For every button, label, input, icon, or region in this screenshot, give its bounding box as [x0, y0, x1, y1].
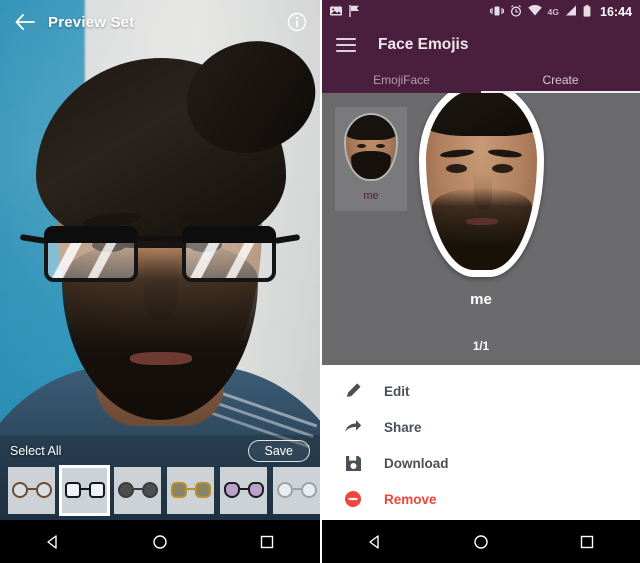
select-all-label[interactable]: Select All	[10, 444, 61, 458]
vibrate-icon	[489, 5, 504, 20]
menu-item-share[interactable]: Share	[322, 409, 640, 445]
preview-hair	[426, 93, 537, 136]
remove-minus-circle-icon	[340, 490, 366, 508]
menu-label-share: Share	[384, 419, 422, 435]
flag-icon	[349, 4, 360, 20]
hamburger-menu-icon[interactable]	[336, 34, 356, 56]
menu-item-remove[interactable]: Remove	[322, 481, 640, 517]
applied-glasses-overlay	[19, 220, 301, 290]
glasses-thumb-3[interactable]	[167, 467, 214, 514]
glasses-thumbnail-strip[interactable]	[0, 465, 320, 516]
left-android-navbar	[0, 520, 320, 563]
signal-icon	[565, 5, 577, 19]
dual-screenshot-container: Preview Set Select All Save 4G 16:44 Fac…	[0, 0, 640, 563]
share-arrow-icon	[340, 418, 366, 436]
action-menu: Edit Share Download Remove	[322, 365, 640, 520]
menu-label-remove: Remove	[384, 491, 437, 507]
menu-item-edit[interactable]: Edit	[322, 373, 640, 409]
thumb-eye-right	[376, 144, 385, 148]
tab-bar: EmojiFace Create	[322, 66, 640, 93]
menu-item-download[interactable]: Download	[322, 445, 640, 481]
left-topbar: Preview Set	[0, 0, 320, 44]
pencil-icon	[340, 382, 366, 400]
back-triangle-icon[interactable]	[33, 534, 73, 550]
glasses-selection-bar: Select All Save	[0, 435, 320, 520]
home-circle-icon[interactable]	[140, 534, 180, 550]
right-android-navbar	[322, 520, 640, 563]
status-left-icons	[330, 4, 360, 20]
emoji-thumbnail-card[interactable]: me	[335, 107, 407, 211]
app-title: Face Emojis	[378, 36, 469, 53]
glasses-thumb-4[interactable]	[220, 467, 267, 514]
home-circle-icon[interactable]	[461, 534, 501, 550]
face-emoji-large[interactable]	[419, 93, 544, 277]
preview-eye-left	[446, 164, 467, 173]
menu-label-download: Download	[384, 455, 449, 471]
selection-bar-header: Select All Save	[0, 435, 320, 467]
preview-eyebrow-right	[487, 148, 523, 159]
status-clock: 16:44	[600, 5, 632, 19]
emoji-thumbnail-label: me	[363, 190, 379, 202]
battery-icon	[583, 4, 591, 20]
page-indicator: 1/1	[473, 341, 489, 353]
save-button[interactable]: Save	[247, 440, 310, 462]
glasses-thumb-2[interactable]	[114, 467, 161, 514]
preview-beard	[432, 188, 532, 270]
preview-eye-right	[492, 164, 513, 173]
glasses-bridge	[138, 236, 182, 241]
left-screen-preview-set: Preview Set Select All Save	[0, 0, 320, 563]
thumb-hair	[346, 115, 396, 140]
tab-emojiface[interactable]: EmojiFace	[322, 66, 481, 93]
recents-square-icon[interactable]	[247, 534, 287, 550]
glasses-lens-left	[44, 226, 138, 282]
glasses-thumb-1[interactable]	[59, 465, 110, 516]
emoji-content-area: me me 1/1	[322, 93, 640, 365]
info-icon[interactable]	[286, 11, 308, 33]
right-screen-face-emojis: 4G 16:44 Face Emojis EmojiFace Create me…	[320, 0, 640, 563]
network-type-label: 4G	[547, 7, 560, 17]
tab-create[interactable]: Create	[481, 66, 640, 93]
back-triangle-icon[interactable]	[355, 534, 395, 550]
thumb-beard	[351, 151, 391, 179]
android-status-bar: 4G 16:44	[322, 0, 640, 24]
preview-mouth	[466, 218, 498, 225]
menu-label-edit: Edit	[384, 383, 410, 399]
thumb-eye-left	[357, 144, 366, 148]
arrow-back-icon[interactable]	[12, 9, 38, 35]
status-right-icons: 4G 16:44	[489, 4, 632, 20]
glasses-thumb-5[interactable]	[273, 467, 320, 514]
image-icon	[330, 5, 342, 20]
alarm-icon	[510, 4, 522, 20]
glasses-thumb-0[interactable]	[8, 467, 55, 514]
emoji-preview-label: me	[470, 291, 492, 308]
save-floppy-icon	[340, 455, 366, 472]
recents-square-icon[interactable]	[567, 534, 607, 550]
preview-eyebrow-left	[439, 148, 475, 159]
emoji-face-cutout	[419, 93, 544, 277]
page-title: Preview Set	[48, 13, 135, 31]
app-toolbar: Face Emojis	[322, 24, 640, 66]
wifi-icon	[527, 5, 542, 19]
mouth	[130, 352, 192, 365]
glasses-lens-right	[182, 226, 276, 282]
face-emoji-thumbnail	[346, 115, 396, 179]
